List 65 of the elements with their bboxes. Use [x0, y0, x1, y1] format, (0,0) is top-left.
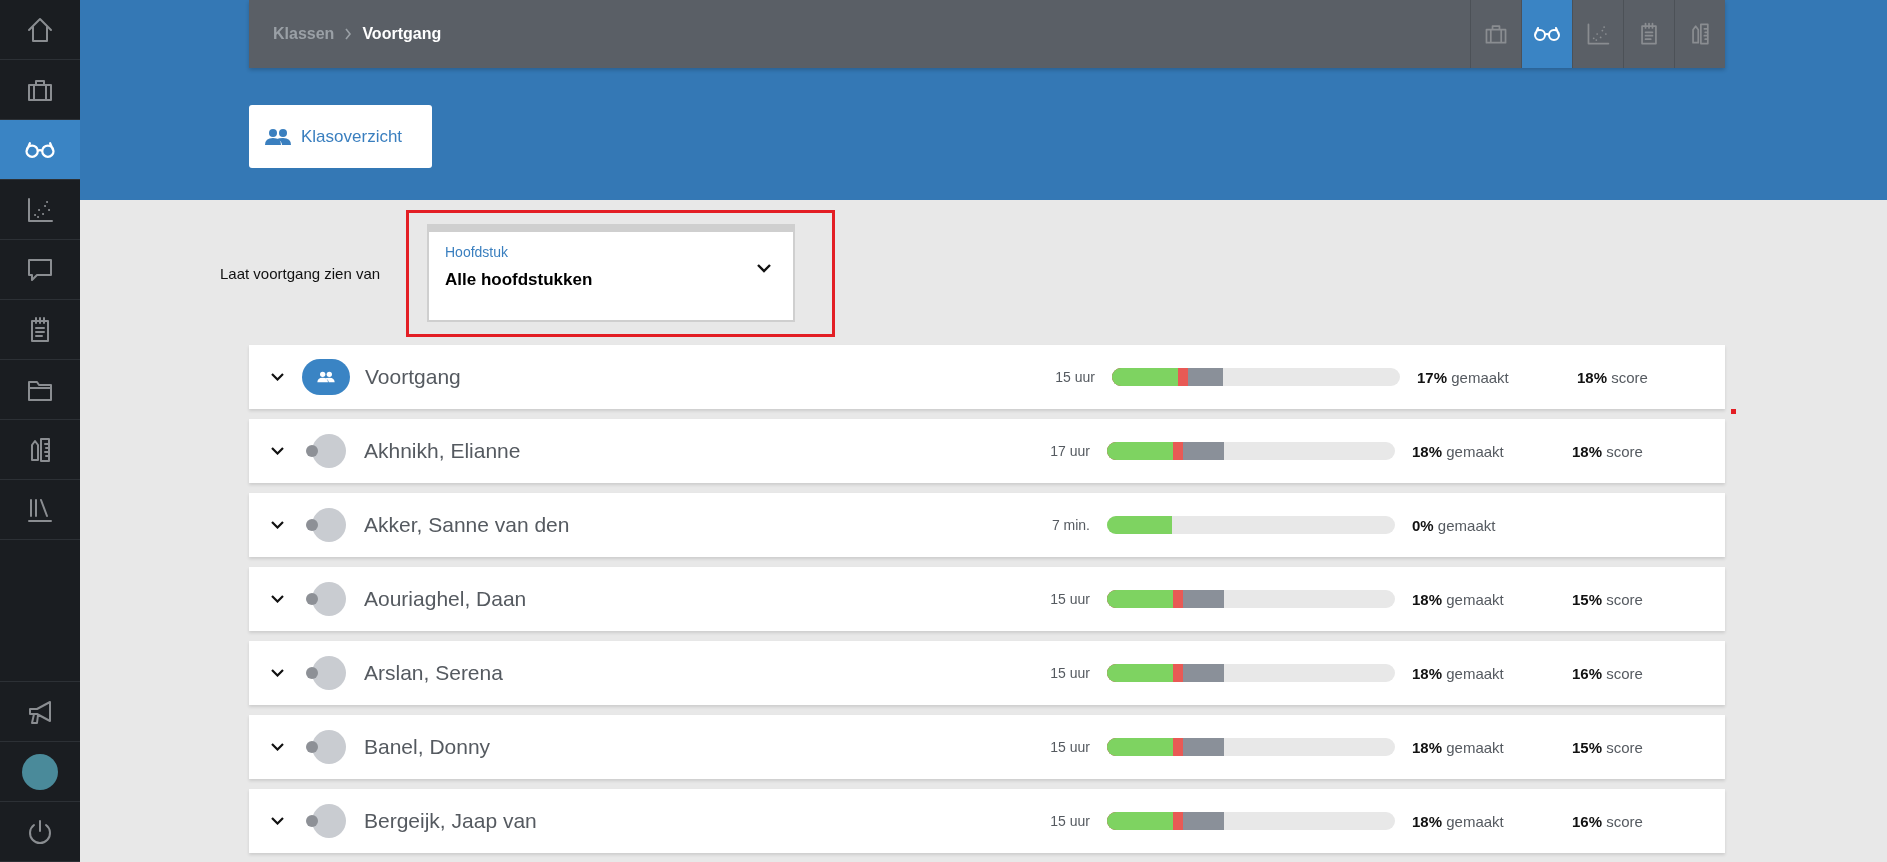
- completion-text: 18% gemaakt: [1412, 590, 1505, 608]
- chevron-down-icon[interactable]: [271, 447, 284, 455]
- time-spent: 7 min.: [1050, 517, 1090, 533]
- people-icon: [317, 371, 335, 383]
- scatter-chart-icon: [1585, 21, 1611, 47]
- avatar: [312, 582, 346, 616]
- time-spent: 17 uur: [1049, 443, 1090, 459]
- glasses-icon: [25, 140, 55, 159]
- status-dot: [306, 519, 318, 531]
- completion-text: 18% gemaakt: [1412, 664, 1505, 682]
- avatar: [312, 730, 346, 764]
- completion-text: 0% gemaakt: [1412, 516, 1497, 534]
- student-name: Banel, Donny: [364, 735, 492, 759]
- people-icon: [265, 127, 291, 146]
- chevron-down-icon[interactable]: [271, 669, 284, 677]
- time-spent: 15 uur: [1049, 813, 1090, 829]
- progress-row[interactable]: Voortgang 15 uur 17% gemaakt 18% score: [249, 345, 1725, 409]
- completion-text: 18% gemaakt: [1412, 442, 1505, 460]
- time-spent: 15 uur: [1049, 591, 1090, 607]
- completion-text: 18% gemaakt: [1412, 738, 1505, 756]
- status-dot: [306, 667, 318, 679]
- progress-row[interactable]: Aouriaghel, Daan 15 uur 18% gemaakt 15% score: [249, 567, 1725, 631]
- completion-text: 18% gemaakt: [1412, 812, 1505, 830]
- completion-text: 17% gemaakt: [1417, 368, 1510, 386]
- progress-row[interactable]: Banel, Donny 15 uur 18% gemaakt 15% score: [249, 715, 1725, 779]
- progress-row[interactable]: Akhnikh, Elianne 17 uur 18% gemaakt 18% score: [249, 419, 1725, 483]
- chapter-dropdown[interactable]: Hoofdstuk Alle hoofdstukken: [427, 224, 795, 322]
- score-text: 18% score: [1572, 442, 1644, 460]
- chevron-down-icon: [757, 264, 771, 273]
- time-spent: 15 uur: [1054, 369, 1095, 385]
- progress-row[interactable]: Arslan, Serena 15 uur 18% gemaakt 16% score: [249, 641, 1725, 705]
- avatar: [312, 434, 346, 468]
- toolbar-tab[interactable]: [1521, 0, 1572, 68]
- avatar: [312, 508, 346, 542]
- score-text: 15% score: [1572, 738, 1644, 756]
- class-overview-button[interactable]: Klasoverzicht: [249, 105, 432, 168]
- avatar: [312, 804, 346, 838]
- chevron-down-icon[interactable]: [271, 595, 284, 603]
- breadcrumb-current: Voortgang: [362, 25, 442, 43]
- chevron-down-icon[interactable]: [271, 373, 284, 381]
- time-spent: 15 uur: [1049, 665, 1090, 681]
- status-dot: [306, 593, 318, 605]
- status-dot: [306, 741, 318, 753]
- student-name: Akker, Sanne van den: [364, 513, 571, 537]
- time-spent: 15 uur: [1049, 739, 1090, 755]
- student-name: Voortgang: [365, 365, 462, 389]
- status-dot: [306, 445, 318, 457]
- student-name: Akhnikh, Elianne: [364, 439, 522, 463]
- chevron-down-icon[interactable]: [271, 743, 284, 751]
- student-name: Aouriaghel, Daan: [364, 587, 528, 611]
- chevron-down-icon[interactable]: [271, 521, 284, 529]
- avatar: [312, 656, 346, 690]
- sidebar-item[interactable]: [0, 120, 80, 180]
- student-name: Arslan, Serena: [364, 661, 504, 685]
- filter-label: Laat voortgang zien van: [220, 265, 382, 282]
- student-name: Bergeijk, Jaap van: [364, 809, 538, 833]
- score-text: 18% score: [1577, 368, 1649, 386]
- chevron-right-icon: [344, 28, 353, 40]
- progress-row[interactable]: Akker, Sanne van den 7 min. 0% gemaakt: [249, 493, 1725, 557]
- score-text: 15% score: [1572, 590, 1644, 608]
- status-dot: [306, 815, 318, 827]
- chevron-down-icon[interactable]: [271, 817, 284, 825]
- score-text: 16% score: [1572, 812, 1644, 830]
- score-text: 16% score: [1572, 664, 1644, 682]
- progress-row[interactable]: Bergeijk, Jaap van 15 uur 18% gemaakt 16% score: [249, 789, 1725, 853]
